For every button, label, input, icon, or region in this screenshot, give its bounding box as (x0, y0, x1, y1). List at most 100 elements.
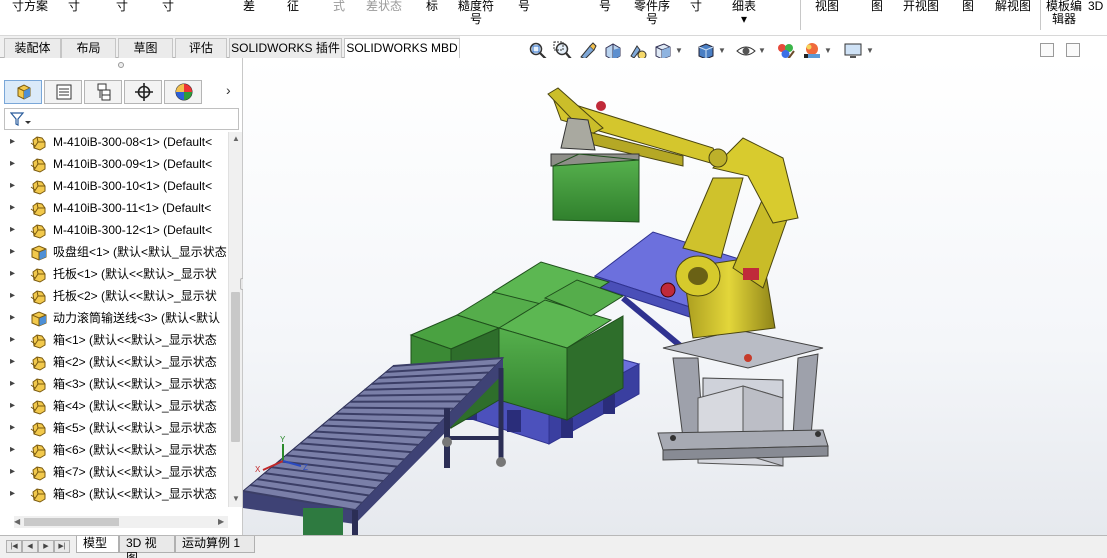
robot-base-stand[interactable] (657, 329, 829, 467)
tree-vertical-scrollbar[interactable]: ▲ ▼ (228, 132, 242, 507)
expand-arrow-icon[interactable]: ▸ (10, 136, 15, 147)
featuremanager-tree-tab[interactable] (4, 80, 42, 104)
command-tab-item-0[interactable]: 装配体 (4, 38, 61, 58)
tree-item[interactable]: ▸ 箱<4> (默认<<默认>_显示状态 (0, 396, 228, 418)
expand-arrow-icon[interactable]: ▸ (10, 422, 15, 433)
expand-arrow-icon[interactable]: ▸ (10, 334, 15, 345)
expand-arrow-icon[interactable]: ▸ (10, 466, 15, 477)
expand-arrow-icon[interactable]: ▸ (10, 246, 15, 257)
tree-item[interactable]: ▸ 托板<2> (默认<<默认>_显示状 (0, 286, 228, 308)
tree-item[interactable]: ▸ M-410iB-300-12<1> (Default< (0, 220, 228, 242)
tree-item-label: 托板<1> (默认<<默认>_显示状 (53, 267, 217, 281)
bottom-tab-1[interactable]: 运动算例 1 (175, 536, 255, 553)
ribbon-command-5[interactable]: 征 (287, 0, 299, 13)
maximize-window-button[interactable] (1066, 43, 1080, 57)
scroll-down-arrow-icon[interactable]: ▼ (232, 494, 240, 503)
expand-arrow-icon[interactable]: ▸ (10, 400, 15, 411)
next-tab-button[interactable]: ▶ (38, 540, 54, 553)
chevron-down-icon[interactable]: ▼ (824, 46, 832, 55)
ribbon-command-label: 寸方案 (12, 0, 49, 13)
tree-item[interactable]: ▸箱<9> (默认<<默认>_显示状态 (0, 506, 228, 507)
tree-item[interactable]: ▸ 箱<8> (默认<<默认>_显示状态 (0, 484, 228, 506)
ribbon-command-0[interactable]: 寸方案 (12, 0, 48, 13)
scroll-left-arrow-icon[interactable]: ◀ (14, 517, 20, 526)
bottom-tab-item-0[interactable]: 模型 (76, 536, 119, 553)
tree-item[interactable]: ▸ 箱<3> (默认<<默认>_显示状态 (0, 374, 228, 396)
restore-window-button[interactable] (1040, 43, 1054, 57)
tree-item[interactable]: ▸ M-410iB-300-11<1> (Default< (0, 198, 228, 220)
dimxpertmanager-tab[interactable] (124, 80, 162, 104)
ribbon-command-12[interactable]: 零件序号 (634, 0, 670, 26)
previous-tab-button[interactable]: ◀ (22, 540, 38, 553)
ribbon-command-3[interactable]: 寸 (162, 0, 174, 13)
ribbon-command-18[interactable]: 图 (962, 0, 974, 13)
tree-item[interactable]: ▸ 托板<1> (默认<<默认>_显示状 (0, 264, 228, 286)
tree-item[interactable]: ▸ 箱<1> (默认<<默认>_显示状态 (0, 330, 228, 352)
configurationmanager-tab[interactable] (84, 80, 122, 104)
tree-item[interactable]: ▸ 吸盘组<1> (默认<默认_显示状态 (0, 242, 228, 264)
ribbon-command-21[interactable]: 3D (1088, 0, 1103, 13)
ribbon-command-13[interactable]: 寸 (690, 0, 702, 13)
propertymanager-tab[interactable] (44, 80, 82, 104)
command-tab-item-1[interactable]: 布局 (61, 38, 116, 58)
expand-arrow-icon[interactable]: ▸ (10, 356, 15, 367)
last-tab-button[interactable]: ▶| (54, 540, 70, 553)
ribbon-command-7[interactable]: 差状态 (366, 0, 402, 13)
tree-item-label: 箱<3> (默认<<默认>_显示状态 (53, 377, 217, 391)
ribbon-command-9[interactable]: 糙度符号 (458, 0, 494, 26)
expand-arrow-icon[interactable]: ▸ (10, 488, 15, 499)
chevron-down-icon[interactable]: ▼ (718, 46, 726, 55)
tree-item[interactable]: ▸ 箱<6> (默认<<默认>_显示状态 (0, 440, 228, 462)
displaymanager-tab[interactable] (164, 80, 202, 104)
scroll-right-arrow-icon[interactable]: ▶ (218, 517, 224, 526)
ribbon-command-14[interactable]: 细表 ▾ (732, 0, 756, 26)
tree-filter-field[interactable] (4, 108, 239, 130)
tree-item[interactable]: ▸ M-410iB-300-09<1> (Default< (0, 154, 228, 176)
command-tab-item-2[interactable]: 草图 (118, 38, 173, 58)
command-tab-solidworks[interactable]: SOLIDWORKS 插件 (229, 38, 342, 58)
ribbon-command-19[interactable]: 解视图 (995, 0, 1031, 13)
scroll-thumb[interactable] (24, 518, 119, 526)
first-tab-button[interactable]: |◀ (6, 540, 22, 553)
chevron-down-icon[interactable]: ▼ (675, 46, 683, 55)
chevron-down-icon[interactable]: ▼ (758, 46, 766, 55)
expand-arrow-icon[interactable]: ▸ (10, 444, 15, 455)
ribbon-command-1[interactable]: 寸 (68, 0, 80, 13)
ribbon-command-20[interactable]: 模板编 辑器 (1046, 0, 1082, 26)
ribbon-command-label-line2: 辑器 (1052, 12, 1077, 26)
tree-item[interactable]: ▸ 箱<7> (默认<<默认>_显示状态 (0, 462, 228, 484)
expand-arrow-icon[interactable]: ▸ (10, 158, 15, 169)
expand-arrow-icon[interactable]: ▸ (10, 290, 15, 301)
ribbon-command-2[interactable]: 寸 (116, 0, 128, 13)
expand-arrow-icon[interactable]: ▸ (10, 312, 15, 323)
ribbon-command-17[interactable]: 开视图 (903, 0, 939, 13)
expand-arrow-icon[interactable]: ▸ (10, 180, 15, 191)
ribbon-command-16[interactable]: 图 (871, 0, 883, 13)
ribbon-command-15[interactable]: 视图 (815, 0, 839, 13)
ribbon-command-6[interactable]: 式 (333, 0, 345, 13)
ribbon-command-4[interactable]: 差 (243, 0, 255, 13)
expand-arrow-icon[interactable]: ▸ (10, 268, 15, 279)
command-tab-solidworks-mbd[interactable]: SOLIDWORKS MBD (344, 38, 460, 59)
panel-tabs-more-button[interactable]: › (226, 82, 231, 98)
ribbon-command-10[interactable]: 号 (518, 0, 530, 13)
panel-resize-grip[interactable] (118, 62, 124, 68)
graphics-viewport[interactable]: Y X Z (243, 58, 1107, 535)
scroll-thumb[interactable] (231, 292, 240, 442)
tree-item[interactable]: ▸ M-410iB-300-08<1> (Default< (0, 132, 228, 154)
command-tab-item-3[interactable]: 评估 (175, 38, 227, 58)
bottom-tab-3d[interactable]: 3D 视图 (119, 536, 175, 558)
expand-arrow-icon[interactable]: ▸ (10, 224, 15, 235)
chevron-down-icon[interactable]: ▼ (866, 46, 874, 55)
tree-item[interactable]: ▸ 动力滚筒输送线<3> (默认<默认 (0, 308, 228, 330)
assembly-component-icon (30, 442, 48, 459)
ribbon-command-8[interactable]: 标 (426, 0, 438, 13)
scroll-up-arrow-icon[interactable]: ▲ (232, 134, 240, 143)
expand-arrow-icon[interactable]: ▸ (10, 202, 15, 213)
tree-item[interactable]: ▸ 箱<2> (默认<<默认>_显示状态 (0, 352, 228, 374)
tree-horizontal-scrollbar[interactable]: ◀ ▶ (14, 516, 228, 528)
tree-item[interactable]: ▸ 箱<5> (默认<<默认>_显示状态 (0, 418, 228, 440)
ribbon-command-11[interactable]: 号 (599, 0, 611, 13)
expand-arrow-icon[interactable]: ▸ (10, 378, 15, 389)
tree-item[interactable]: ▸ M-410iB-300-10<1> (Default< (0, 176, 228, 198)
